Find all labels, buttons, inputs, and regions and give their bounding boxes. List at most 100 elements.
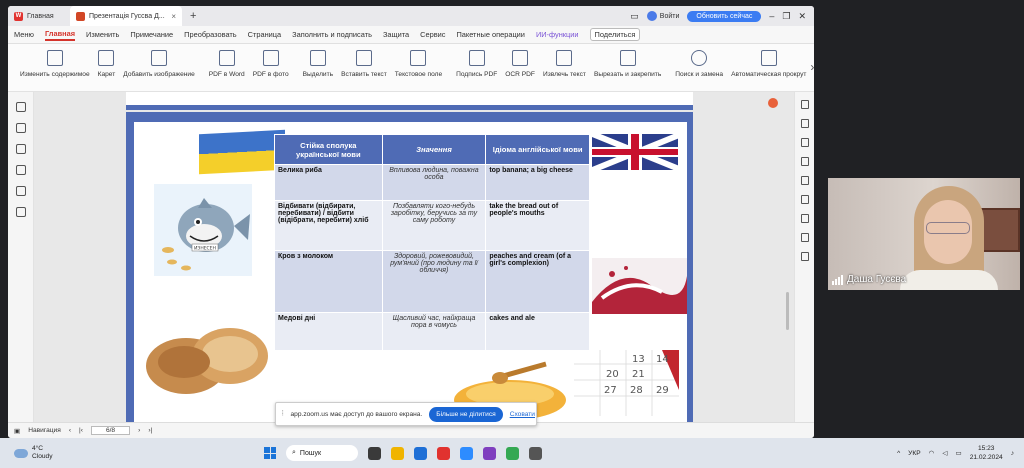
signature-panel-icon[interactable] <box>15 186 26 196</box>
menu-ai-features[interactable]: ИИ-функции <box>536 30 579 39</box>
calendar-number: 29 <box>656 385 669 396</box>
menu-home[interactable]: Главная <box>44 29 76 41</box>
tab-document[interactable]: Презентація Гуссва Д... × <box>70 6 182 26</box>
export-icon[interactable] <box>800 138 809 147</box>
vertical-scrollbar[interactable] <box>786 292 789 330</box>
properties-icon[interactable] <box>800 100 809 109</box>
auto-scroll-button[interactable]: Автоматическая прокрут <box>727 44 810 78</box>
sign-pdf-button[interactable]: Подпись PDF <box>452 44 501 78</box>
cut-pin-button[interactable]: Вырезать и закрепить <box>590 44 665 78</box>
edit-content-label: Изменить содержимое <box>20 71 90 78</box>
table-row: Медові дні Щасливий час, найкраща пора в… <box>274 312 590 351</box>
pdf-to-word-button[interactable]: PDF в Word <box>205 44 249 78</box>
thumbnails-icon[interactable] <box>15 123 26 133</box>
menu-tools[interactable]: Сервис <box>420 30 445 39</box>
ocr-pdf-button[interactable]: OCR PDF <box>501 44 539 78</box>
screen: W Главная Презентація Гуссва Д... × + ▭ … <box>0 0 1024 468</box>
merge-icon[interactable] <box>800 195 809 204</box>
table-cell: peaches and cream (of a girl's complexio… <box>485 250 590 313</box>
menu-batch[interactable]: Пакетные операции <box>456 30 524 39</box>
extract-text-button[interactable]: Извлечь текст <box>539 44 590 78</box>
auto-scroll-label: Автоматическая прокрут <box>731 71 807 78</box>
text-box-button[interactable]: Текстовое поле <box>391 44 446 78</box>
layers-icon[interactable] <box>15 207 26 217</box>
menu-edit[interactable]: Изменить <box>86 30 119 39</box>
menu-main[interactable]: Меню <box>14 30 34 39</box>
caret-button[interactable]: Карет <box>94 44 120 78</box>
chrome-icon[interactable] <box>506 446 519 460</box>
volume-icon[interactable]: ◁ <box>942 449 947 457</box>
next-page-icon[interactable]: › <box>138 427 140 434</box>
layout-icon[interactable]: ▭ <box>630 11 639 22</box>
add-image-button[interactable]: Добавить изображение <box>119 44 198 78</box>
right-side-panel <box>794 92 814 422</box>
battery-icon[interactable]: ▭ <box>955 449 961 457</box>
table-cell: Здоровий, рожевовидий, рум'яний (про люд… <box>381 250 487 313</box>
menu-convert[interactable]: Преобразовать <box>184 30 236 39</box>
tab-home[interactable]: W Главная <box>8 6 70 26</box>
stop-sharing-button[interactable]: Більше не ділитися <box>429 406 503 422</box>
highlight-button[interactable]: Выделить <box>299 44 337 78</box>
tray-expand-icon[interactable]: ^ <box>897 450 900 457</box>
new-tab-button[interactable]: + <box>182 10 204 22</box>
menu-fill-sign[interactable]: Заполнить и подписать <box>292 30 372 39</box>
task-view-icon[interactable] <box>368 446 381 460</box>
convert-icon[interactable] <box>800 119 809 128</box>
menu-bar: Меню Главная Изменить Примечание Преобра… <box>8 26 814 44</box>
help-icon[interactable] <box>800 233 809 242</box>
sign-pdf-label: Подпись PDF <box>456 71 498 78</box>
table-header: Значення <box>381 134 487 165</box>
zoom-icon[interactable] <box>460 446 473 460</box>
login-button[interactable]: Войти <box>646 11 679 21</box>
temperature: 4°C <box>32 445 44 452</box>
language-indicator[interactable]: УКР <box>908 450 920 457</box>
wps-office-icon[interactable] <box>437 446 450 460</box>
blood-and-milk-image <box>592 258 687 314</box>
calendar-number: 14 <box>656 354 669 365</box>
edit-icon[interactable] <box>800 157 809 166</box>
share-button[interactable]: Поделиться <box>589 28 641 41</box>
highlight-label: Выделить <box>302 71 334 78</box>
bookmark-icon[interactable] <box>15 102 26 112</box>
taskbar-search[interactable]: ⌕ Пошук <box>286 445 358 461</box>
document-canvas[interactable]: ИЗНЕСЕН 13 14 20 21 27 28 29 Стійка спол… <box>34 92 794 430</box>
hide-notice-link[interactable]: Сховати <box>510 411 535 418</box>
navigation-label[interactable]: Навигация <box>28 427 61 434</box>
weather-widget[interactable]: 4°C Cloudy <box>0 445 250 461</box>
prev-page-icon[interactable]: ‹ <box>69 427 71 434</box>
clock[interactable]: 15:23 21.02.2024 <box>970 444 1003 462</box>
menu-comment[interactable]: Примечание <box>130 30 173 39</box>
minimize-icon[interactable]: – <box>769 11 774 21</box>
wifi-icon[interactable]: ◠ <box>929 449 935 457</box>
close-window-icon[interactable]: ✕ <box>798 11 806 22</box>
edit-content-button[interactable]: Изменить содержимое <box>16 44 94 78</box>
last-page-icon[interactable]: ›| <box>148 427 152 434</box>
file-explorer-icon[interactable] <box>391 446 404 460</box>
menu-page[interactable]: Страница <box>248 30 282 39</box>
page-number-field[interactable]: 6/8 <box>90 426 131 435</box>
close-tab-icon[interactable]: × <box>171 12 176 21</box>
sidebar-toggle-icon[interactable]: ▣ <box>14 427 20 435</box>
ai-assistant-icon[interactable] <box>768 98 778 108</box>
notification-bell-icon[interactable]: ♪ <box>1011 450 1014 457</box>
wall-picture <box>978 208 1020 252</box>
participant-video-tile[interactable]: Даша Гусєва <box>828 178 1020 290</box>
restore-icon[interactable]: ❐ <box>782 11 790 22</box>
app-icon[interactable] <box>529 446 542 460</box>
ribbon-next-arrow-icon[interactable]: › <box>810 44 814 74</box>
participant-glasses <box>926 222 970 234</box>
attachment-icon[interactable] <box>15 165 26 175</box>
windows-start-icon[interactable] <box>264 447 276 459</box>
settings-icon[interactable] <box>800 252 809 261</box>
insert-text-button[interactable]: Вставить текст <box>337 44 391 78</box>
find-replace-button[interactable]: Поиск и замена <box>671 44 727 78</box>
update-now-button[interactable]: Обновить сейчас <box>687 10 762 22</box>
pdf-to-image-button[interactable]: PDF в фото <box>249 44 293 78</box>
edge-icon[interactable] <box>414 446 427 460</box>
compress-icon[interactable] <box>800 176 809 185</box>
comments-icon[interactable] <box>15 144 26 154</box>
app-icon[interactable] <box>483 446 496 460</box>
first-page-icon[interactable]: |‹ <box>79 427 83 434</box>
zoom-icon[interactable] <box>800 214 809 223</box>
menu-protect[interactable]: Защита <box>383 30 409 39</box>
